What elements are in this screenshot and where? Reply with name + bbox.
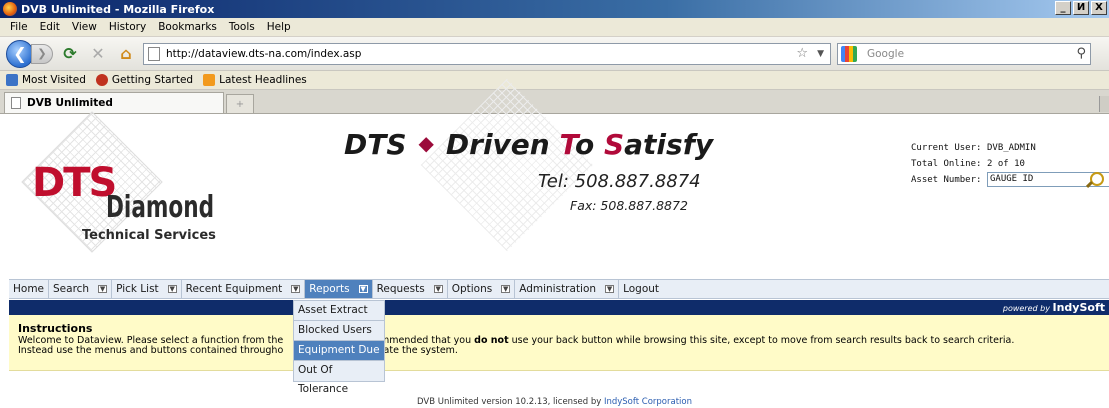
instructions-title: Instructions [18, 322, 93, 335]
powered-by: powered by IndySoft [1002, 301, 1106, 314]
footer-text: DVB Unlimited version 10.2.13, licensed … [417, 397, 604, 407]
logo-subtitle: Technical Services [82, 228, 216, 243]
stop-icon[interactable]: ✕ [87, 43, 109, 65]
menu-view[interactable]: View [66, 21, 103, 33]
back-button[interactable]: ❮ [6, 39, 34, 68]
total-online: 2 of 10 [987, 159, 1025, 169]
reload-icon[interactable]: ⟳ [59, 43, 81, 65]
app-nav: Home Search ▼ Pick List ▼ Recent Equipment… [9, 279, 1109, 299]
nav-logout[interactable]: Logout [619, 280, 663, 298]
dts-logo: DTS Diamond Technical Services [14, 111, 232, 253]
menu-edit[interactable]: Edit [34, 21, 66, 33]
menu-item-equipment-due[interactable]: Equipment Due [294, 341, 384, 361]
firefox-icon [3, 2, 17, 16]
dropdown-icon[interactable]: ▼ [98, 285, 108, 293]
nav-recent-equipment[interactable]: Recent Equipment ▼ [182, 280, 306, 298]
nav-reports[interactable]: Reports ▼ [305, 280, 373, 298]
window-titlebar: DVB Unlimited - Mozilla Firefox _ И X [0, 0, 1109, 18]
google-icon[interactable] [841, 45, 857, 62]
browser-menubar: File Edit View History Bookmarks Tools H… [0, 18, 1109, 37]
minimize-button[interactable]: _ [1055, 1, 1071, 15]
nav-requests[interactable]: Requests ▼ [373, 280, 448, 298]
asset-search-icon[interactable] [1090, 172, 1104, 186]
dropdown-icon[interactable]: ▼ [167, 285, 177, 293]
tab-dvb-unlimited[interactable]: DVB Unlimited [4, 92, 224, 113]
bookmark-latest-headlines[interactable]: Latest Headlines [203, 74, 307, 86]
window-title: DVB Unlimited - Mozilla Firefox [21, 2, 215, 16]
menu-tools[interactable]: Tools [223, 21, 261, 33]
new-tab-button[interactable]: + [226, 94, 254, 113]
bookmark-getting-started[interactable]: Getting Started [95, 74, 193, 86]
menu-item-blocked-users[interactable]: Blocked Users [294, 321, 384, 341]
bookmark-most-visited[interactable]: Most Visited [6, 74, 86, 86]
instructions-panel: Instructions Welcome to Dataview. Please… [9, 315, 1109, 371]
current-user-label: Current User: [911, 143, 982, 153]
indysoft-link[interactable]: IndySoft Corporation [604, 397, 692, 407]
browser-navbar: ❮ ❯ ⟳ ✕ ⌂ http://dataview.dts-na.com/ind… [0, 37, 1109, 71]
browser-search-box[interactable]: Google ⚲ [837, 42, 1091, 65]
dropdown-icon[interactable]: ▼ [433, 285, 443, 293]
menu-help[interactable]: Help [261, 21, 297, 33]
user-info: Current User: DVB_ADMIN Total Online: 2 of… [911, 140, 1109, 188]
chevron-down-icon[interactable]: ▼ [817, 49, 824, 59]
bookmarks-toolbar: Most Visited Getting Started Latest Head… [0, 71, 1109, 90]
forward-button[interactable]: ❯ [31, 43, 53, 64]
maximize-button[interactable]: И [1073, 1, 1089, 15]
tab-bar: DVB Unlimited + [0, 90, 1109, 114]
footer: DVB Unlimited version 10.2.13, licensed … [0, 397, 1109, 407]
asset-number-label: Asset Number: [911, 175, 982, 185]
indysoft-brand: IndySoft [1052, 301, 1106, 314]
search-icon[interactable]: ⚲ [1076, 46, 1086, 61]
site-header: DTS Diamond Technical Services DTS ◆ Drive… [0, 78, 1109, 253]
bookmark-star-icon[interactable]: ☆ [796, 46, 808, 61]
logo-name: Diamond [106, 190, 215, 225]
powered-by-bar: powered by IndySoft [9, 300, 1109, 315]
total-online-label: Total Online: [911, 159, 982, 169]
page-icon [148, 46, 160, 61]
nav-search[interactable]: Search ▼ [49, 280, 113, 298]
dropdown-icon[interactable]: ▼ [358, 285, 368, 293]
dropdown-icon[interactable]: ▼ [291, 285, 301, 293]
menu-bookmarks[interactable]: Bookmarks [152, 21, 223, 33]
menu-item-out-of-tolerance[interactable]: Out Of Tolerance [294, 361, 384, 395]
reports-dropdown-menu: Asset Extract Blocked Users Equipment Du… [293, 300, 385, 395]
nav-options[interactable]: Options ▼ [448, 280, 516, 298]
search-placeholder: Google [867, 47, 905, 60]
url-text: http://dataview.dts-na.com/index.asp [166, 47, 362, 60]
tab-scroll-button[interactable] [1099, 96, 1109, 112]
dropdown-icon[interactable]: ▼ [501, 285, 511, 293]
nav-administration[interactable]: Administration ▼ [515, 280, 620, 298]
fax-number: Fax: 508.887.8872 [570, 198, 688, 213]
dropdown-icon[interactable]: ▼ [605, 285, 615, 293]
menu-file[interactable]: File [4, 21, 34, 33]
tagline: DTS ◆ Driven To Satisfy [344, 128, 714, 161]
window-controls: _ И X [1055, 1, 1107, 15]
logo-letters: DTS [32, 160, 117, 206]
home-icon[interactable]: ⌂ [115, 43, 137, 65]
menu-history[interactable]: History [103, 21, 152, 33]
menu-item-asset-extract[interactable]: Asset Extract [294, 301, 384, 321]
url-bar[interactable]: http://dataview.dts-na.com/index.asp ☆ ▼ [143, 42, 831, 65]
page-icon [11, 97, 21, 109]
close-button[interactable]: X [1091, 1, 1107, 15]
instructions-line-2: Instead use the menus and buttons contai… [18, 345, 458, 356]
nav-home[interactable]: Home [9, 280, 50, 298]
phone-number: Tel: 508.887.8874 [538, 171, 701, 192]
nav-pick-list[interactable]: Pick List ▼ [112, 280, 182, 298]
current-user: DVB_ADMIN [987, 143, 1036, 153]
